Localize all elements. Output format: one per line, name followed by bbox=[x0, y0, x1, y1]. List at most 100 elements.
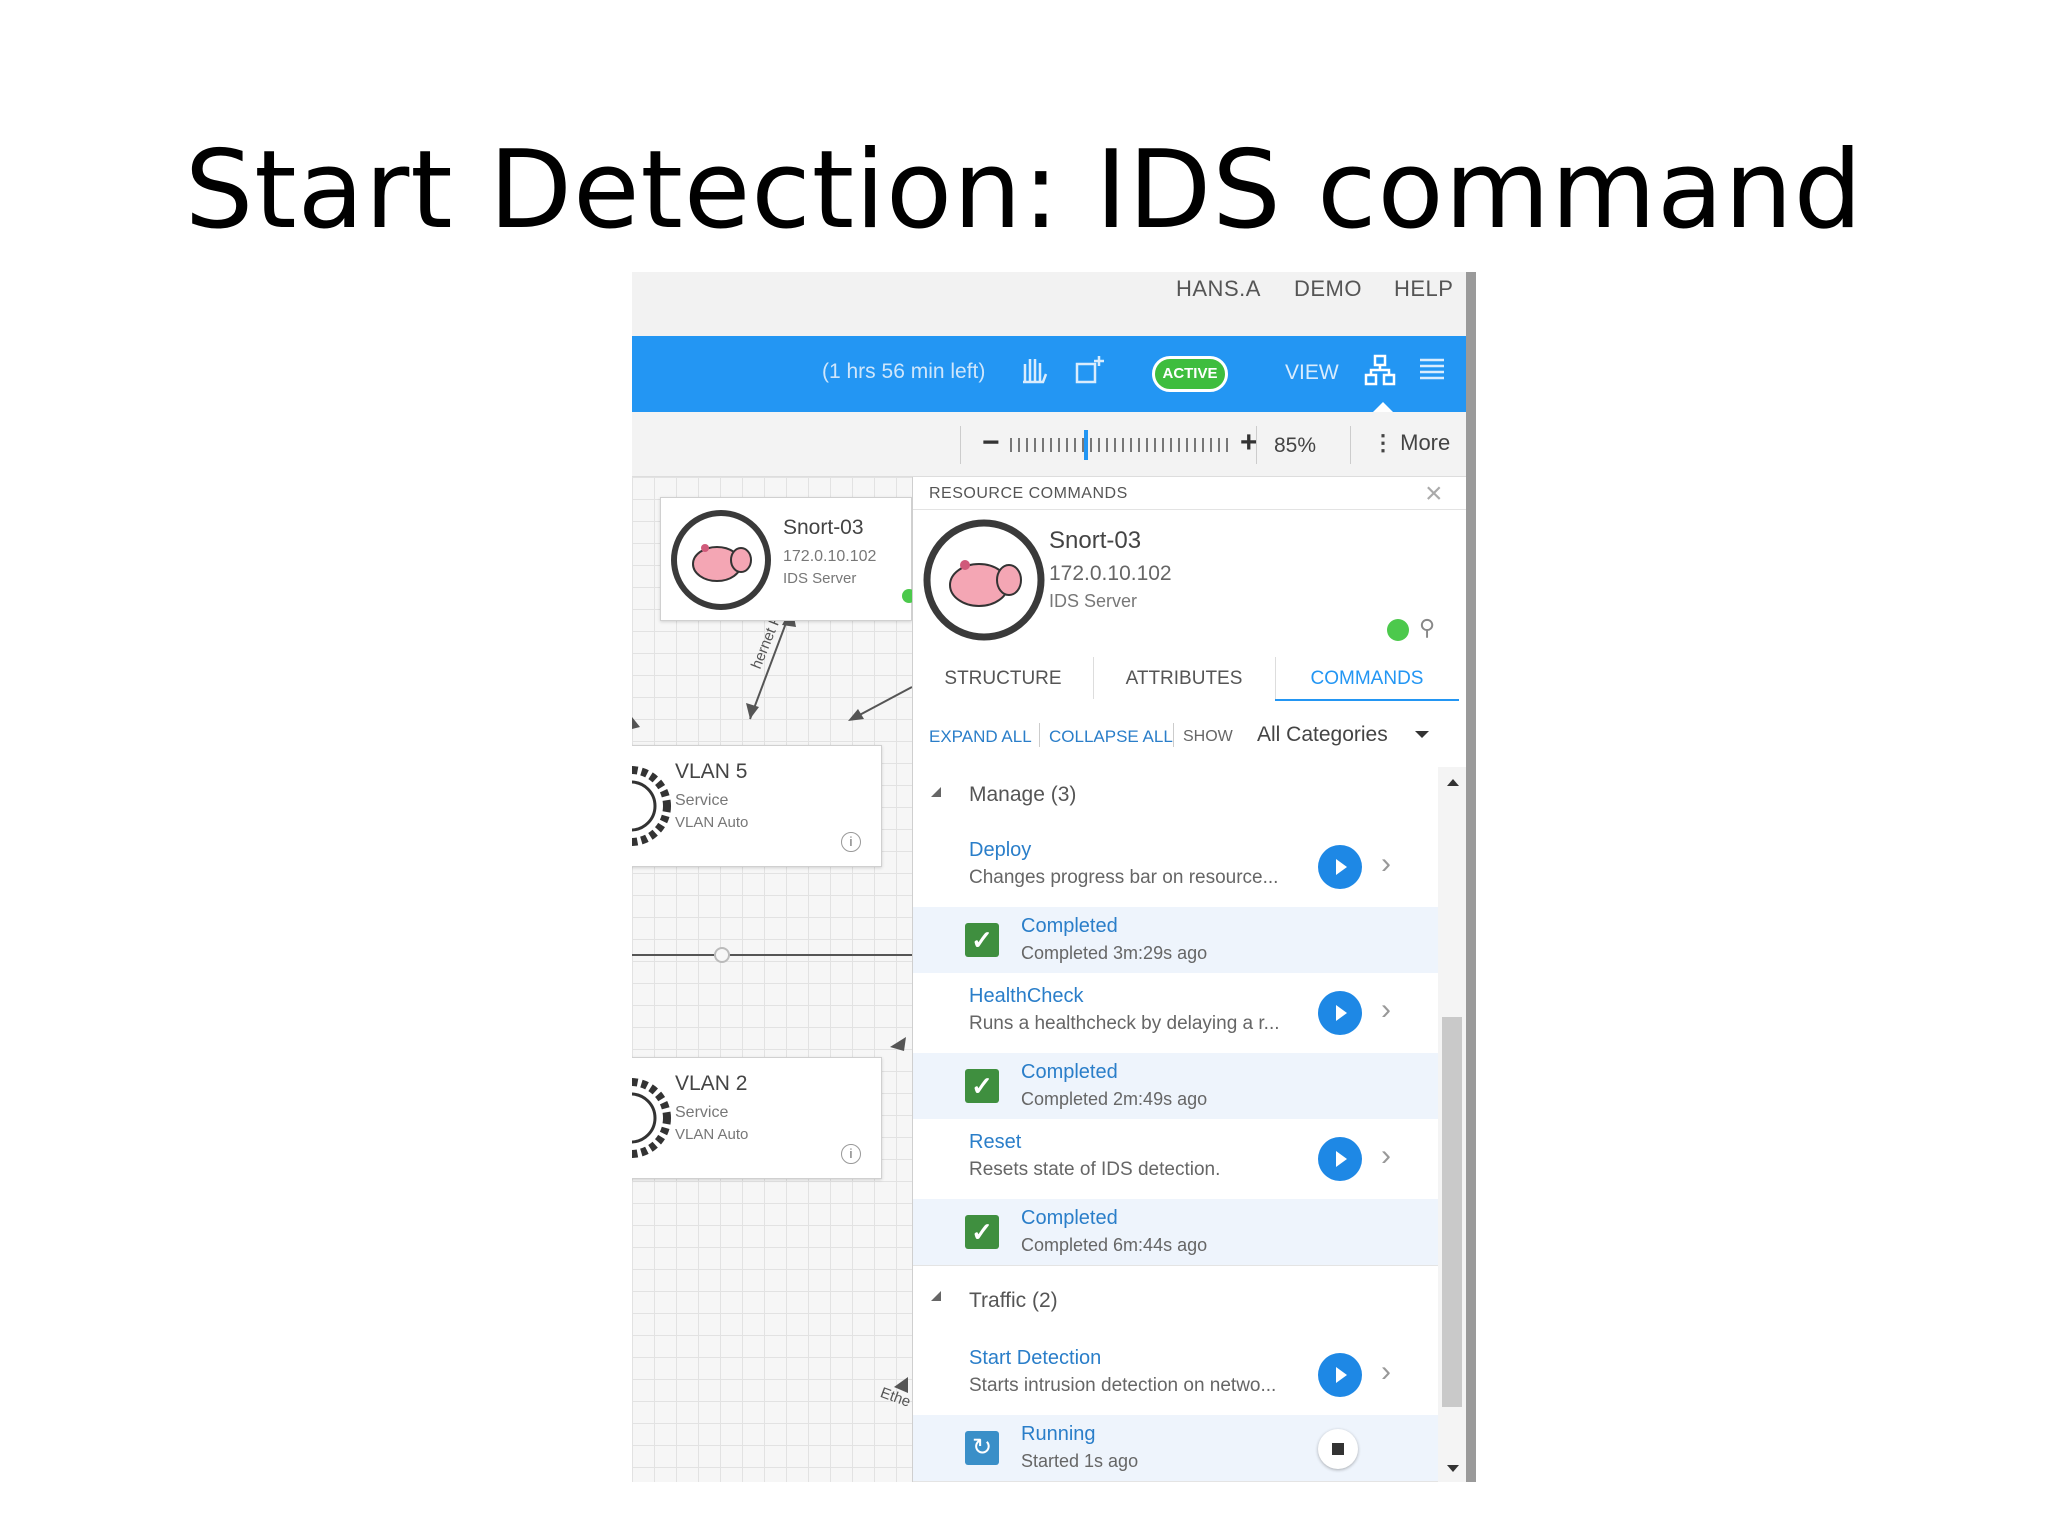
category-select[interactable]: All Categories bbox=[1257, 723, 1388, 747]
divider bbox=[1256, 426, 1257, 464]
vlan-gear-icon bbox=[632, 766, 671, 846]
status-label[interactable]: Completed bbox=[1021, 1207, 1118, 1230]
close-icon[interactable]: × bbox=[1425, 477, 1443, 511]
command-desc: Changes progress bar on resource... bbox=[969, 867, 1279, 888]
group-label: Traffic (2) bbox=[969, 1289, 1058, 1312]
user-menu[interactable]: HANS.A bbox=[1176, 276, 1261, 302]
resource-name: Snort-03 bbox=[1049, 527, 1142, 554]
command-healthcheck[interactable]: HealthCheck Runs a healthcheck by delayi… bbox=[913, 973, 1438, 1053]
scroll-up-icon[interactable] bbox=[1447, 779, 1459, 786]
status-label[interactable]: Completed bbox=[1021, 1061, 1118, 1084]
status-time: Started 1s ago bbox=[1021, 1451, 1139, 1471]
person-icon[interactable]: ⚲ bbox=[1419, 615, 1435, 641]
zoom-out-button[interactable]: − bbox=[982, 426, 1000, 460]
panel-tabs: STRUCTURE ATTRIBUTES COMMANDS bbox=[913, 657, 1467, 702]
more-button[interactable]: ⋮ More bbox=[1372, 430, 1450, 456]
group-label: Manage (3) bbox=[969, 783, 1077, 806]
run-command-button[interactable] bbox=[1318, 1137, 1362, 1181]
more-vert-icon: ⋮ bbox=[1372, 430, 1401, 455]
add-resource-icon[interactable] bbox=[1072, 354, 1108, 390]
list-view-icon[interactable] bbox=[1414, 354, 1450, 390]
snort-pig-icon bbox=[923, 519, 1045, 641]
demo-link[interactable]: DEMO bbox=[1294, 276, 1362, 302]
run-command-button[interactable] bbox=[1318, 1353, 1362, 1397]
expand-all-link[interactable]: EXPAND ALL bbox=[929, 727, 1032, 747]
command-name[interactable]: HealthCheck bbox=[969, 985, 1084, 1008]
scroll-down-icon[interactable] bbox=[1447, 1465, 1459, 1472]
command-status-row: ✓ Completed Completed 3m:29s ago bbox=[913, 907, 1438, 974]
command-name[interactable]: Reset bbox=[969, 1131, 1021, 1154]
command-name[interactable]: Deploy bbox=[969, 839, 1031, 862]
scrollbar-thumb[interactable] bbox=[1442, 1017, 1462, 1407]
command-deploy[interactable]: Deploy Changes progress bar on resource.… bbox=[913, 827, 1438, 907]
chevron-right-icon[interactable]: › bbox=[1381, 1139, 1391, 1173]
check-icon: ✓ bbox=[965, 1069, 999, 1103]
node-title: VLAN 5 bbox=[675, 760, 748, 783]
info-icon[interactable]: i bbox=[841, 832, 861, 852]
chevron-right-icon[interactable]: › bbox=[1381, 993, 1391, 1027]
command-name[interactable]: Start Detection bbox=[969, 1347, 1101, 1370]
node-type: IDS Server bbox=[783, 570, 857, 587]
slide-title: Start Detection: IDS command bbox=[184, 128, 1864, 253]
reservation-toolbar: (1 hrs 56 min left) ACTIVE VIEW bbox=[632, 336, 1466, 412]
snort-pig-icon bbox=[671, 510, 771, 610]
zoom-level: 85% bbox=[1274, 434, 1317, 457]
node-snort-03[interactable]: Snort-03 172.0.10.102 IDS Server bbox=[660, 497, 912, 621]
command-start-detection[interactable]: Start Detection Starts intrusion detecti… bbox=[913, 1335, 1438, 1415]
status-online-dot bbox=[1387, 619, 1409, 641]
hand-icon[interactable] bbox=[1016, 354, 1052, 390]
collapse-triangle-icon[interactable] bbox=[931, 1291, 941, 1301]
divider bbox=[1173, 723, 1174, 747]
run-command-button[interactable] bbox=[1318, 991, 1362, 1035]
tab-attributes[interactable]: ATTRIBUTES bbox=[1093, 657, 1276, 699]
zoom-in-button[interactable]: + bbox=[1240, 426, 1258, 460]
status-label[interactable]: Running bbox=[1021, 1423, 1096, 1446]
stop-command-button[interactable] bbox=[1318, 1429, 1358, 1469]
active-view-marker bbox=[1373, 402, 1393, 412]
divider bbox=[1039, 723, 1040, 747]
node-title: Snort-03 bbox=[783, 516, 864, 539]
collapse-triangle-icon[interactable] bbox=[931, 787, 941, 797]
chevron-right-icon[interactable]: › bbox=[1381, 1355, 1391, 1389]
status-label[interactable]: Completed bbox=[1021, 915, 1118, 938]
status-time: Completed 3m:29s ago bbox=[1021, 943, 1208, 963]
node-vlan-5[interactable]: VLAN 5 Service VLAN Auto i bbox=[632, 745, 882, 867]
group-traffic[interactable]: Traffic (2) bbox=[913, 1267, 1438, 1336]
vlan-gear-icon bbox=[632, 1078, 671, 1158]
zoom-bar: − + 85% ⋮ More bbox=[632, 412, 1466, 477]
window-edge bbox=[1466, 272, 1476, 1482]
node-sub-detail: VLAN Auto bbox=[675, 814, 749, 831]
node-title: VLAN 2 bbox=[675, 1072, 748, 1095]
divider bbox=[1350, 426, 1351, 464]
scrollbar[interactable] bbox=[1438, 767, 1467, 1482]
chevron-right-icon[interactable]: › bbox=[1381, 847, 1391, 881]
zoom-slider-track[interactable] bbox=[1010, 438, 1232, 452]
node-sub-type: Service bbox=[675, 1104, 729, 1121]
resource-type: IDS Server bbox=[1049, 591, 1138, 611]
command-reset[interactable]: Reset Resets state of IDS detection. › bbox=[913, 1119, 1438, 1199]
node-ip: 172.0.10.102 bbox=[783, 548, 877, 565]
tab-commands[interactable]: COMMANDS bbox=[1275, 657, 1459, 702]
chevron-down-icon[interactable] bbox=[1415, 731, 1429, 738]
run-command-button[interactable] bbox=[1318, 845, 1362, 889]
node-vlan-2[interactable]: VLAN 2 Service VLAN Auto i bbox=[632, 1057, 882, 1179]
collapse-all-link[interactable]: COLLAPSE ALL bbox=[1049, 727, 1173, 747]
command-status-row: ↻ Running Started 1s ago bbox=[913, 1415, 1438, 1482]
info-icon[interactable]: i bbox=[841, 1144, 861, 1164]
command-list: Manage (3) Deploy Changes progress bar o… bbox=[913, 767, 1438, 1482]
refresh-icon: ↻ bbox=[965, 1431, 999, 1465]
group-manage[interactable]: Manage (3) bbox=[913, 767, 1438, 828]
top-nav: HANS.A DEMO HELP bbox=[632, 272, 1466, 336]
check-icon: ✓ bbox=[965, 923, 999, 957]
view-label: VIEW bbox=[1285, 361, 1339, 384]
topology-view-icon[interactable] bbox=[1362, 354, 1398, 390]
command-desc: Starts intrusion detection on netwo... bbox=[969, 1375, 1277, 1396]
status-badge: ACTIVE bbox=[1152, 356, 1228, 392]
zoom-slider-handle[interactable] bbox=[1084, 430, 1088, 460]
help-link[interactable]: HELP bbox=[1394, 276, 1453, 302]
command-desc: Runs a healthcheck by delaying a r... bbox=[969, 1013, 1280, 1034]
diagram-canvas[interactable]: hernet Port Ethe Snort-03 172.0.10.102 I… bbox=[632, 477, 916, 1482]
panel-header: RESOURCE COMMANDS × bbox=[913, 477, 1467, 510]
tab-structure[interactable]: STRUCTURE bbox=[913, 657, 1094, 699]
command-filter-row: EXPAND ALL COLLAPSE ALL SHOW All Categor… bbox=[913, 701, 1467, 768]
